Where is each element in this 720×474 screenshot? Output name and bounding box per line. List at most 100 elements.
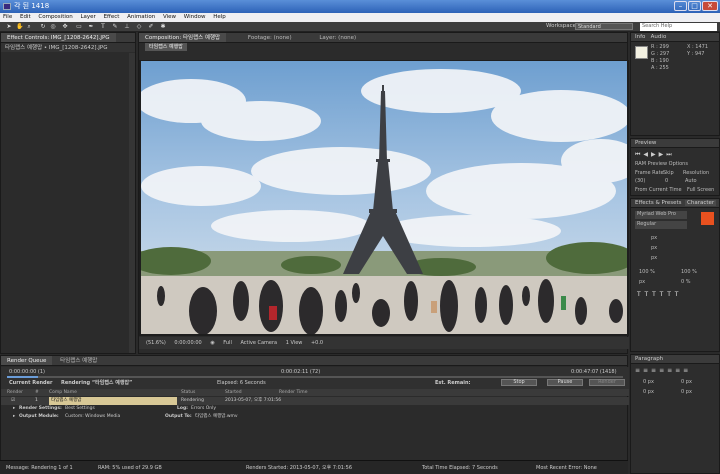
resolution-select[interactable]: Full	[223, 340, 232, 346]
camera-tool-icon[interactable]: ◎	[50, 24, 56, 30]
tab-footage[interactable]: Footage: (none)	[242, 33, 298, 42]
comp-name-tab[interactable]: 타임랩스 예행맙	[145, 43, 187, 51]
expand-output-icon[interactable]: ▸	[13, 413, 15, 421]
view-layout-select[interactable]: 1 View	[286, 340, 303, 346]
log-select[interactable]: Errors Only	[191, 405, 216, 413]
preview-panel: Preview ⏮◀▶▶⏭ RAM Preview Options Frame …	[630, 138, 720, 196]
menu-window[interactable]: Window	[184, 14, 206, 20]
render-checkbox-icon[interactable]: ☑	[11, 397, 15, 405]
brush-tool-icon[interactable]: ✎	[112, 24, 118, 30]
eraser-tool-icon[interactable]: ◇	[136, 24, 142, 30]
info-color-swatch	[635, 46, 648, 59]
indent-left-value[interactable]: 0 px	[643, 379, 654, 386]
status-message: Message: Rendering 1 of 1	[6, 465, 73, 471]
close-button[interactable]: ✕	[702, 1, 718, 11]
minimize-button[interactable]: –	[674, 1, 687, 11]
full-screen-checkbox[interactable]: Full Screen	[687, 187, 714, 194]
tab-effect-controls[interactable]: Effect Controls: IMG_[1208-2642].JPG	[1, 33, 116, 42]
tab-timeline[interactable]: 타임랩스 예행맙	[54, 356, 103, 365]
font-style-select[interactable]: Regular	[635, 221, 687, 229]
vertical-scale-value[interactable]: 100 %	[639, 269, 655, 276]
window-title: 각 된 1418	[14, 2, 50, 10]
menu-layer[interactable]: Layer	[80, 14, 95, 20]
horizontal-scale-value[interactable]: 100 %	[681, 269, 697, 276]
space-after-value[interactable]: 0 px	[681, 389, 692, 396]
pan-behind-tool-icon[interactable]: ✥	[62, 24, 68, 30]
roto-brush-tool-icon[interactable]: ✐	[148, 24, 154, 30]
col-status[interactable]: Status	[181, 389, 195, 396]
workspace-select[interactable]: Standard	[575, 23, 633, 30]
tsume-value[interactable]: 0 %	[681, 279, 691, 286]
menu-help[interactable]: Help	[213, 14, 226, 20]
fill-color-swatch[interactable]	[701, 212, 714, 225]
search-help-input[interactable]: Search Help	[640, 23, 717, 31]
status-total-elapsed: Total Time Elapsed: 7 Seconds	[422, 465, 498, 471]
stop-button[interactable]: Stop	[501, 379, 537, 386]
col-render[interactable]: Render	[7, 389, 23, 396]
menu-edit[interactable]: Edit	[20, 14, 31, 20]
frame-rate-label: Frame Rate	[635, 170, 664, 176]
tab-effects-presets[interactable]: Effects & Presets	[635, 200, 682, 206]
expand-settings-icon[interactable]: ▸	[13, 405, 15, 413]
mask-tool-icon[interactable]: ▭	[76, 24, 82, 30]
playback-controls[interactable]: ⏮◀▶▶⏭	[635, 151, 675, 159]
tab-character[interactable]: Character	[685, 200, 717, 206]
menu-animation[interactable]: Animation	[127, 14, 155, 20]
zoom-tool-icon[interactable]: ⌕	[26, 24, 32, 30]
ram-preview-options[interactable]: RAM Preview Options	[635, 161, 688, 168]
tools-panel: ➤ ✋ ⌕ ↻ ◎ ✥ ▭ ✒ T ✎ ⊥ ◇ ✐ ✱ Workspace: S…	[0, 22, 720, 32]
tab-render-queue[interactable]: Render Queue	[1, 356, 53, 365]
col-number[interactable]: #	[35, 389, 39, 396]
resolution-select[interactable]: Auto	[685, 178, 697, 185]
output-to-file[interactable]: 타임랩스 예행맙.wmv	[195, 413, 238, 421]
space-before-value[interactable]: 0 px	[643, 389, 654, 396]
baseline-shift-value[interactable]: px	[639, 279, 645, 286]
tracking-value[interactable]: px	[651, 255, 657, 262]
tab-info[interactable]: Info	[635, 34, 645, 40]
effect-controls-subtitle: 타임랩스 예행맙 • IMG_[1208-2642].JPG	[1, 43, 135, 52]
render-settings-label: Render Settings:	[19, 406, 62, 411]
composition-viewer[interactable]	[139, 60, 629, 336]
menu-view[interactable]: View	[163, 14, 176, 20]
menu-composition[interactable]: Composition	[38, 14, 72, 20]
menu-file[interactable]: File	[3, 14, 12, 20]
font-size-value[interactable]: px	[651, 235, 657, 242]
rotate-tool-icon[interactable]: ↻	[40, 24, 46, 30]
camera-snapshot-icon[interactable]: ◉	[210, 340, 214, 346]
output-module-select[interactable]: Custom: Windows Media	[65, 413, 120, 421]
tab-composition[interactable]: Composition: 타임랩스 예행맙	[139, 33, 227, 42]
font-family-select[interactable]: Myriad Web Pro	[635, 211, 687, 219]
pen-tool-icon[interactable]: ✒	[88, 24, 94, 30]
magnification-select[interactable]: (51.6%)	[146, 340, 166, 346]
active-camera-select[interactable]: Active Camera	[240, 340, 277, 346]
status-recent-error: Most Recent Error: None	[536, 465, 597, 471]
tab-layer[interactable]: Layer: (none)	[313, 33, 362, 42]
render-settings-select[interactable]: Best Settings	[65, 405, 95, 413]
indent-right-value[interactable]: 0 px	[681, 379, 692, 386]
left-scrollbar[interactable]	[129, 53, 135, 353]
render-item-row[interactable]: ☑ 1 타임랩스 예행맙 Rendering 2013-05-07, 오후 7:…	[1, 397, 629, 405]
puppet-tool-icon[interactable]: ✱	[160, 24, 166, 30]
exposure-value[interactable]: +0.0	[311, 340, 323, 346]
leading-value[interactable]: px	[651, 245, 657, 252]
paragraph-align-buttons[interactable]: ≡≡≡≡≡≡≡	[635, 367, 691, 374]
col-render-time[interactable]: Render Time	[279, 389, 307, 396]
menu-effect[interactable]: Effect	[104, 14, 120, 20]
from-current-time-checkbox[interactable]: From Current Time	[635, 187, 682, 194]
hand-tool-icon[interactable]: ✋	[16, 24, 23, 30]
text-tool-icon[interactable]: T	[100, 24, 106, 30]
maximize-button[interactable]: □	[688, 1, 701, 11]
text-style-buttons[interactable]: TTTTTT	[637, 291, 682, 298]
pause-button[interactable]: Pause	[547, 379, 583, 386]
frame-rate-select[interactable]: (30)	[635, 178, 645, 185]
skip-label: Skip	[663, 170, 674, 176]
render-button[interactable]: Render	[589, 379, 625, 386]
clone-stamp-tool-icon[interactable]: ⊥	[124, 24, 130, 30]
current-time-display[interactable]: 0:00:00:00	[174, 340, 201, 346]
selection-tool-icon[interactable]: ➤	[6, 24, 12, 30]
col-comp-name[interactable]: Comp Name	[49, 389, 77, 396]
col-started[interactable]: Started	[225, 389, 242, 396]
item-started: 2013-05-07, 오후 7:01:56	[225, 398, 282, 403]
tab-audio[interactable]: Audio	[651, 34, 667, 40]
skip-select[interactable]: 0	[665, 178, 668, 185]
